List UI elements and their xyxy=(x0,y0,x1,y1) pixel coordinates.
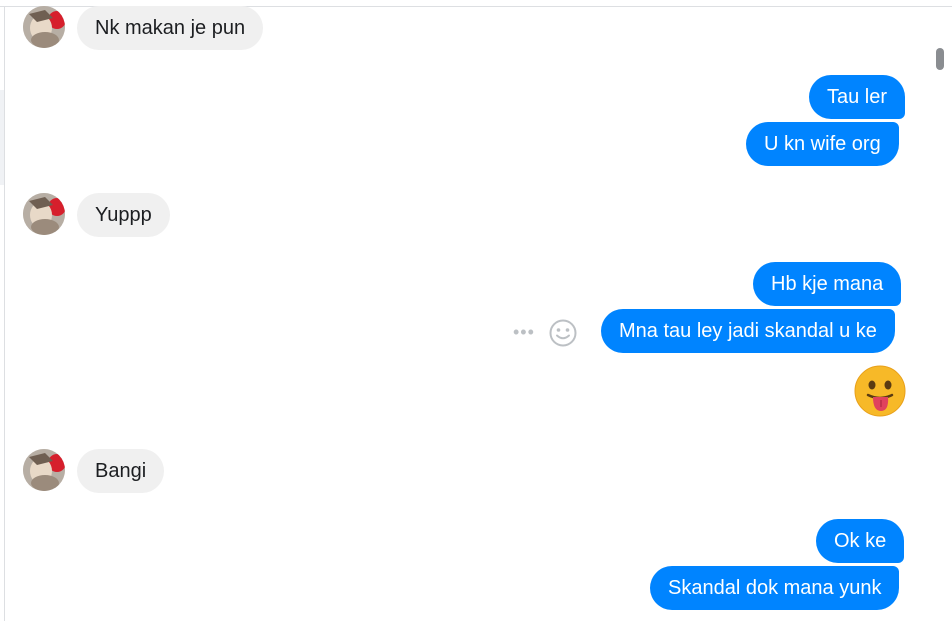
avatar[interactable] xyxy=(23,6,65,48)
avatar[interactable] xyxy=(23,193,65,235)
message-bubble-outgoing[interactable]: Mna tau ley jadi skandal u ke xyxy=(601,309,895,353)
more-options-icon[interactable]: ••• xyxy=(513,322,535,343)
sidebar-edge xyxy=(0,90,4,185)
tongue-out-emoji[interactable] xyxy=(854,365,906,422)
message-text: Mna tau ley jadi skandal u ke xyxy=(619,320,877,342)
message-bubble-outgoing[interactable]: Skandal dok mana yunk xyxy=(650,566,900,610)
message-text: Yuppp xyxy=(95,204,152,226)
message-text: Skandal dok mana yunk xyxy=(668,577,882,599)
message-bubble-outgoing[interactable]: Tau ler xyxy=(809,75,906,119)
avatar-image xyxy=(23,6,65,48)
message-text: Hb kje mana xyxy=(771,273,884,295)
message-bubble-incoming[interactable]: Nk makan je pun xyxy=(77,6,264,50)
message-text: Ok ke xyxy=(834,530,887,552)
message-text: U kn wife org xyxy=(764,133,881,155)
avatar-image xyxy=(23,449,65,491)
smiley-icon[interactable] xyxy=(548,318,578,353)
message-bubble-incoming[interactable]: Bangi xyxy=(77,449,165,493)
message-text: Bangi xyxy=(95,460,147,482)
scrollbar-thumb[interactable] xyxy=(936,48,944,70)
avatar[interactable] xyxy=(23,449,65,491)
window-left-border xyxy=(4,6,5,621)
message-bubble-outgoing[interactable]: Hb kje mana xyxy=(753,262,902,306)
message-text: Tau ler xyxy=(827,86,888,108)
message-bubble-incoming[interactable]: Yuppp xyxy=(77,193,170,237)
message-bubble-outgoing[interactable]: U kn wife org xyxy=(746,122,899,166)
avatar-image xyxy=(23,193,65,235)
message-text: Nk makan je pun xyxy=(95,17,246,39)
message-bubble-outgoing[interactable]: Ok ke xyxy=(816,519,905,563)
